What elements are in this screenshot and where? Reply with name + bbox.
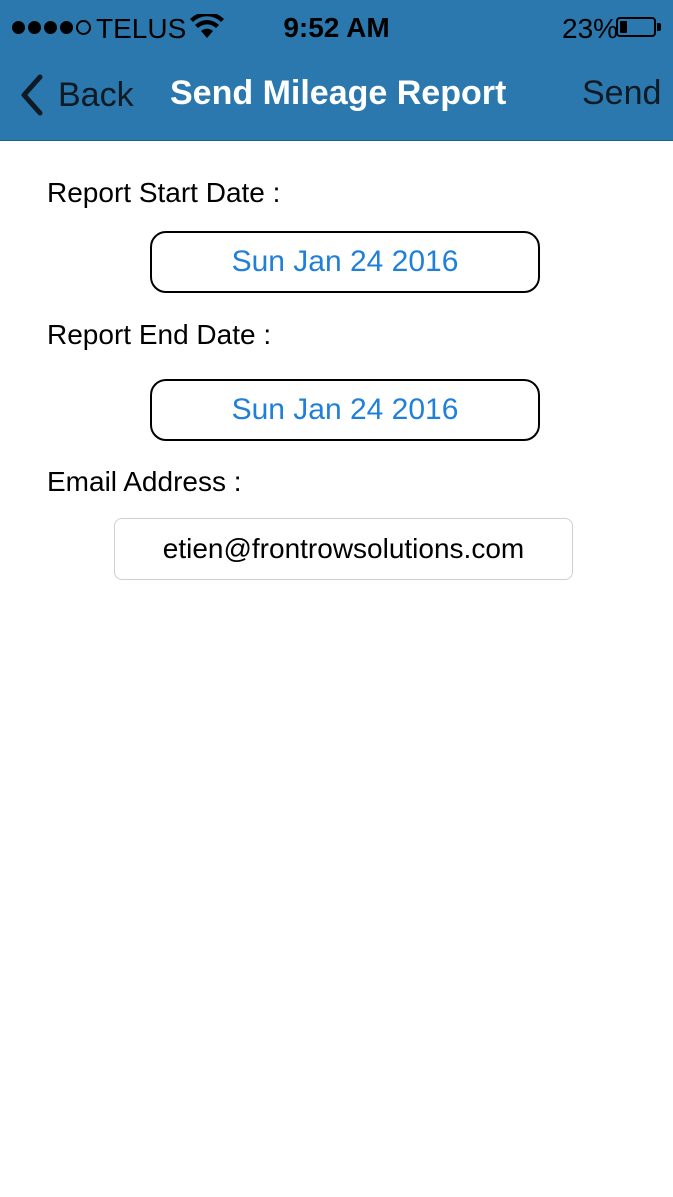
start-date-button[interactable]: Sun Jan 24 2016 — [150, 231, 540, 293]
battery-icon — [616, 17, 656, 37]
top-bar: TELUS 9:52 AM 23% Back Send Mileage Repo… — [0, 0, 673, 141]
battery-level-fill — [620, 21, 627, 33]
email-label: Email Address : — [47, 466, 242, 497]
status-bar: TELUS 9:52 AM 23% — [0, 0, 673, 55]
screen: TELUS 9:52 AM 23% Back Send Mileage Repo… — [0, 0, 673, 1197]
battery-cap — [657, 23, 661, 31]
end-date-button[interactable]: Sun Jan 24 2016 — [150, 379, 540, 441]
end-date-label: Report End Date : — [47, 319, 272, 350]
email-field[interactable]: etien@frontrowsolutions.com — [114, 518, 573, 580]
send-button[interactable]: Send — [582, 74, 661, 113]
battery-percent: 23% — [562, 13, 619, 44]
page-title: Send Mileage Report — [170, 74, 507, 112]
back-button[interactable]: Back — [18, 70, 134, 120]
chevron-left-icon — [21, 74, 43, 116]
start-date-label: Report Start Date : — [47, 177, 281, 208]
back-label: Back — [58, 75, 134, 114]
